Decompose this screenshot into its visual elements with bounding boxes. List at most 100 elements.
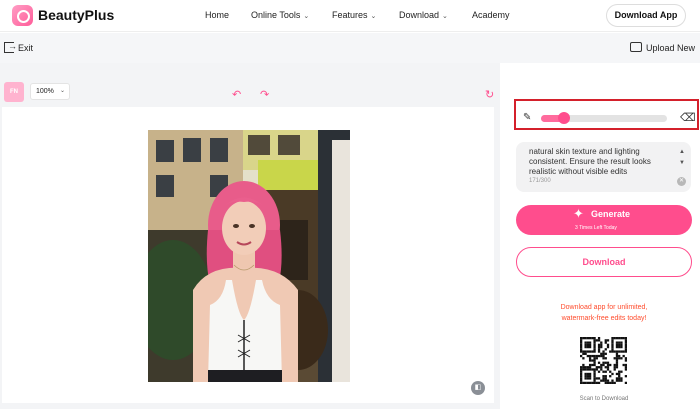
qr-module bbox=[602, 363, 605, 367]
qr-module bbox=[624, 343, 627, 347]
scroll-up-icon[interactable]: ▲ bbox=[679, 149, 685, 155]
qr-module bbox=[591, 368, 594, 371]
qr-module bbox=[602, 375, 605, 378]
qr-module bbox=[611, 350, 614, 353]
edited-photo[interactable] bbox=[148, 130, 350, 382]
qr-module bbox=[600, 379, 603, 382]
chevron-down-icon: ⌄ bbox=[442, 13, 448, 20]
qr-module bbox=[620, 379, 623, 382]
qr-module bbox=[597, 345, 601, 349]
qr-module bbox=[604, 366, 607, 369]
qr-module bbox=[593, 363, 596, 367]
qr-module bbox=[615, 379, 619, 382]
redo-icon[interactable]: ↷ bbox=[260, 89, 269, 101]
qr-module bbox=[593, 337, 596, 340]
qr-module bbox=[588, 337, 592, 340]
qr-module bbox=[582, 350, 585, 353]
beautyplus-logo-icon[interactable] bbox=[12, 5, 33, 26]
qr-module bbox=[584, 341, 587, 344]
qr-module bbox=[593, 348, 596, 351]
qr-module bbox=[624, 381, 627, 384]
qr-module bbox=[624, 348, 627, 351]
qr-module bbox=[580, 348, 583, 351]
promo-text: Download app for unlimited, watermark-fr… bbox=[516, 302, 692, 324]
qr-module bbox=[604, 377, 607, 380]
upload-new-button[interactable]: Upload New bbox=[646, 43, 695, 53]
chevron-down-icon: ⌄ bbox=[370, 13, 377, 20]
qr-module bbox=[602, 379, 605, 382]
qr-module bbox=[591, 381, 594, 384]
brush-size-thumb[interactable] bbox=[557, 112, 570, 124]
qr-module bbox=[588, 354, 592, 358]
qr-module bbox=[620, 345, 623, 349]
qr-module bbox=[620, 357, 623, 360]
qr-module bbox=[597, 377, 601, 380]
nav-features-label: Features bbox=[332, 10, 368, 20]
nav-home[interactable]: Home bbox=[205, 10, 229, 20]
nav-online-tools[interactable]: Online Tools ⌄ bbox=[251, 10, 309, 20]
qr-module bbox=[595, 354, 598, 358]
qr-module bbox=[593, 372, 596, 376]
zoom-value: 100% bbox=[36, 88, 54, 95]
qr-module bbox=[593, 375, 596, 378]
nav-academy[interactable]: Academy bbox=[472, 10, 510, 20]
qr-module bbox=[606, 345, 610, 349]
qr-module bbox=[613, 337, 616, 340]
qr-module bbox=[611, 372, 614, 376]
qr-module bbox=[582, 337, 585, 340]
scroll-down-icon[interactable]: ▼ bbox=[679, 160, 685, 166]
qr-module bbox=[593, 341, 596, 344]
download-button[interactable]: Download bbox=[516, 247, 692, 277]
qr-module bbox=[597, 337, 601, 340]
qr-module bbox=[615, 372, 619, 376]
qr-module bbox=[618, 370, 621, 373]
qr-module bbox=[582, 368, 585, 371]
qr-module bbox=[613, 366, 616, 369]
qr-module bbox=[620, 377, 623, 380]
generate-remaining: 3 Times Left Today bbox=[575, 225, 617, 231]
qr-module bbox=[595, 339, 598, 342]
qr-module bbox=[597, 370, 601, 373]
qr-module bbox=[595, 377, 598, 380]
qr-module bbox=[593, 377, 596, 380]
qr-module bbox=[584, 345, 587, 349]
editor-toolbar bbox=[0, 33, 700, 63]
exit-button[interactable]: Exit bbox=[18, 43, 33, 53]
qr-module bbox=[602, 357, 605, 360]
eraser-icon[interactable]: ⌫ bbox=[680, 111, 696, 124]
qr-module bbox=[591, 337, 594, 340]
brush-icon[interactable]: ✎ bbox=[523, 112, 531, 123]
qr-module bbox=[597, 348, 601, 351]
qr-module bbox=[602, 354, 605, 358]
qr-module bbox=[618, 357, 621, 360]
qr-module bbox=[604, 361, 607, 364]
reset-icon[interactable]: ↻ bbox=[485, 89, 494, 101]
qr-module bbox=[604, 370, 607, 373]
qr-module bbox=[606, 361, 610, 364]
qr-module bbox=[615, 357, 619, 360]
brand-name[interactable]: BeautyPlus bbox=[38, 7, 114, 23]
qr-module bbox=[618, 343, 621, 347]
nav-features[interactable]: Features ⌄ bbox=[332, 10, 376, 20]
compare-icon[interactable]: ◧ bbox=[471, 381, 485, 395]
qr-module bbox=[606, 339, 610, 342]
zoom-select[interactable]: 100% ⌄ bbox=[30, 83, 70, 100]
qr-module bbox=[600, 352, 603, 355]
qr-module bbox=[609, 363, 612, 367]
qr-module bbox=[593, 368, 596, 371]
qr-module bbox=[588, 341, 592, 344]
thumbnail-badge[interactable]: FN bbox=[4, 82, 24, 102]
nav-download[interactable]: Download ⌄ bbox=[399, 10, 448, 20]
qr-module bbox=[615, 354, 619, 358]
qr-module bbox=[609, 375, 612, 378]
qr-module bbox=[611, 343, 614, 347]
qr-module bbox=[588, 366, 592, 369]
qr-module bbox=[586, 375, 590, 378]
undo-icon[interactable]: ↶ bbox=[232, 89, 241, 101]
upload-image-icon[interactable] bbox=[630, 42, 642, 52]
qr-module bbox=[593, 345, 596, 349]
qr-module bbox=[620, 350, 623, 353]
download-app-button[interactable]: Download App bbox=[606, 4, 686, 27]
nav-academy-label: Academy bbox=[472, 10, 510, 20]
clear-icon[interactable]: ✕ bbox=[677, 177, 686, 186]
